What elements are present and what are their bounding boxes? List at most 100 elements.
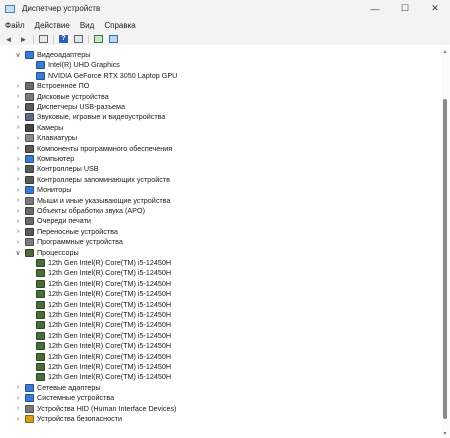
expand-chevron-icon[interactable]: › [14,175,22,185]
tree-device[interactable]: 12th Gen Intel(R) Core(TM) i5-12450H [4,341,434,351]
tree-category[interactable]: › Компоненты программного обеспечения [4,144,434,154]
update-driver-button[interactable] [93,34,104,45]
tree-category[interactable]: › Дисковые устройства [4,92,434,102]
expand-chevron-icon[interactable]: › [14,383,22,393]
tree-category[interactable]: › Диспетчеры USB-разъема [4,102,434,112]
processor-icon [36,373,45,382]
expand-chevron-icon[interactable]: › [14,102,22,112]
tree-category[interactable]: › Встроенное ПО [4,81,434,91]
tree-item-label: Системные устройства [37,393,115,403]
forward-button[interactable]: ► [18,34,29,45]
expand-chevron-icon[interactable]: › [14,164,22,174]
vertical-scrollbar[interactable]: ▲ ▼ [441,47,449,438]
window-controls: — ☐ ✕ [360,0,450,17]
tree-device[interactable]: Intel(R) UHD Graphics [4,60,434,70]
tree-category[interactable]: › Мыши и иные указывающие устройства [4,196,434,206]
show-hide-tree-button[interactable] [38,34,49,45]
expand-chevron-icon[interactable]: › [14,144,22,154]
system-device-icon [25,394,34,403]
tree-category[interactable]: › Очереди печати [4,216,434,226]
scan-hardware-button[interactable] [108,34,119,45]
menu-action[interactable]: Действие [30,21,75,30]
tree-item-label: Диспетчеры USB-разъема [37,102,125,111]
expand-chevron-icon[interactable]: › [14,216,22,226]
expand-chevron-icon[interactable]: › [14,154,22,164]
processor-icon [36,300,45,309]
expand-chevron-icon[interactable]: › [14,237,22,247]
title-bar: Диспетчер устройств — ☐ ✕ [0,0,450,17]
camera-icon [25,123,34,132]
tree-category[interactable]: › Клавиатуры [4,133,434,143]
close-button[interactable]: ✕ [420,0,450,17]
tree-category[interactable]: › Устройства HID (Human Interface Devices… [4,404,434,414]
firmware-icon [25,82,34,91]
help-button[interactable]: ? [58,34,69,45]
network-adapter-icon [25,383,34,392]
tree-category[interactable]: › Мониторы [4,185,434,195]
expand-chevron-icon[interactable]: › [14,196,22,206]
tree-device[interactable]: 12th Gen Intel(R) Core(TM) i5-12450H [4,258,434,268]
properties-button[interactable] [73,34,84,45]
menu-view[interactable]: Вид [75,21,99,30]
menu-file[interactable]: Файл [0,21,30,30]
scroll-thumb[interactable] [443,99,447,419]
tree-category[interactable]: › Системные устройства [4,393,434,403]
tree-device[interactable]: 12th Gen Intel(R) Core(TM) i5-12450H [4,289,434,299]
processor-icon [36,311,45,319]
tree-item-label: 12th Gen Intel(R) Core(TM) i5-12450H [48,341,172,351]
tree-device[interactable]: 12th Gen Intel(R) Core(TM) i5-12450H [4,310,434,320]
expand-chevron-icon[interactable]: › [14,81,22,91]
tree-category[interactable]: › Сетевые адаптеры [4,383,434,393]
expand-chevron-icon[interactable]: › [14,414,22,424]
tree-item-label: 12th Gen Intel(R) Core(TM) i5-12450H [48,268,172,278]
tree-category[interactable]: › Контроллеры USB [4,164,434,174]
processor-icon [36,259,45,267]
tree-category[interactable]: › Устройства безопасности [4,414,434,424]
collapse-chevron-icon[interactable]: ∨ [14,248,22,258]
scroll-down-arrow-icon[interactable]: ▼ [441,429,449,438]
tree-category[interactable]: › Камеры [4,123,434,133]
back-icon: ◄ [4,34,13,44]
tree-item-label: NVIDIA GeForce RTX 3050 Laptop GPU [48,70,178,80]
tree-category[interactable]: › Объекты обработки звука (APO) [4,206,434,216]
software-component-icon [25,144,34,153]
tree-category[interactable]: ∨ Видеоадаптеры [4,50,434,60]
expand-chevron-icon[interactable]: › [14,123,22,133]
maximize-button[interactable]: ☐ [390,0,420,17]
disk-drive-icon [25,92,34,101]
tree-device[interactable]: 12th Gen Intel(R) Core(TM) i5-12450H [4,268,434,278]
minimize-button[interactable]: — [360,0,390,17]
tree-category[interactable]: ∨ Процессоры [4,248,434,258]
tree-category[interactable]: › Переносные устройства [4,227,434,237]
tree-category[interactable]: › Контроллеры запоминающих устройств [4,175,434,185]
tree-device[interactable]: NVIDIA GeForce RTX 3050 Laptop GPU [4,71,434,81]
processor-icon [36,342,45,351]
sound-icon [25,113,34,122]
tree-device[interactable]: 12th Gen Intel(R) Core(TM) i5-12450H [4,331,434,341]
expand-chevron-icon[interactable]: › [14,393,22,403]
processor-icon [36,269,45,278]
tree-category[interactable]: › Звуковые, игровые и видеоустройства [4,112,434,122]
tree-item-label: Компьютер [37,154,75,163]
tree-category[interactable]: › Программные устройства [4,237,434,247]
device-tree: ∨ Видеоадаптеры Intel(R) UHD Graphics NVIDI… [4,47,441,438]
tree-device[interactable]: 12th Gen Intel(R) Core(TM) i5-12450H [4,320,434,330]
collapse-chevron-icon[interactable]: ∨ [14,50,22,60]
tree-device[interactable]: 12th Gen Intel(R) Core(TM) i5-12450H [4,352,434,362]
scroll-up-arrow-icon[interactable]: ▲ [441,47,449,56]
expand-chevron-icon[interactable]: › [14,185,22,195]
tree-device[interactable]: 12th Gen Intel(R) Core(TM) i5-12450H [4,372,434,382]
tree-device[interactable]: 12th Gen Intel(R) Core(TM) i5-12450H [4,279,434,289]
back-button[interactable]: ◄ [3,34,14,45]
expand-chevron-icon[interactable]: › [14,112,22,122]
expand-chevron-icon[interactable]: › [14,92,22,102]
tree-category[interactable]: › Компьютер [4,154,434,164]
tree-device[interactable]: 12th Gen Intel(R) Core(TM) i5-12450H [4,362,434,372]
expand-chevron-icon[interactable]: › [14,227,22,237]
tree-item-label: 12th Gen Intel(R) Core(TM) i5-12450H [48,320,172,330]
menu-help[interactable]: Справка [99,21,140,30]
expand-chevron-icon[interactable]: › [14,206,22,216]
expand-chevron-icon[interactable]: › [14,133,22,143]
tree-device[interactable]: 12th Gen Intel(R) Core(TM) i5-12450H [4,300,434,310]
expand-chevron-icon[interactable]: › [14,404,22,414]
